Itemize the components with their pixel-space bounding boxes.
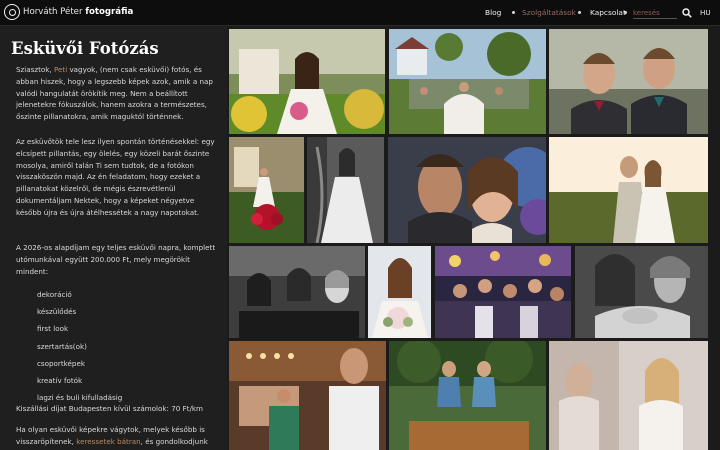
intro-paragraph: Sziasztok, Peti vagyok, (nem csak esküvő… [16, 64, 221, 123]
gallery-photo-bride-in-gown-bw[interactable] [307, 137, 384, 243]
contact-link[interactable]: keressetek bátran [76, 437, 140, 446]
search-input[interactable] [633, 7, 677, 19]
list-item: szertartás(ok) [37, 341, 87, 351]
gallery-photo-bride-with-bouquet[interactable] [229, 29, 385, 134]
nav-contact[interactable]: Kapcsolat [590, 8, 626, 17]
gallery-photo-wedding-guests-outdoors[interactable] [389, 29, 546, 134]
gallery-photo-bride-smiling-bouquet[interactable] [368, 246, 431, 338]
nav-separator-dot [578, 11, 581, 14]
list-item: dekoráció [37, 290, 72, 299]
brand-photographer-name: Horváth Péter [23, 7, 83, 17]
nav-separator-dot [624, 11, 627, 14]
price-paragraph: A 2026-os alapdíjam egy teljes esküvői n… [16, 243, 216, 276]
gallery-photo-bride-holding-hands-bw[interactable] [575, 246, 708, 338]
content-panel: Esküvői Fotózás Sziasztok, Peti vagyok, … [0, 27, 227, 450]
closing-suffix: , és gondolkodjunk [140, 436, 208, 446]
list-item: készülődés [37, 307, 77, 317]
gallery-photo-party-crowd[interactable] [435, 246, 571, 338]
travel-fee-text: Kiszállási díjat Budapesten kívül számol… [16, 404, 203, 413]
list-item: kreatív fotók [37, 375, 83, 385]
gallery-photo-laughing-women-bw[interactable] [229, 246, 365, 338]
spontaneous-paragraph: Az esküvőtök tele lesz ilyen spontán tör… [16, 137, 215, 217]
search-icon[interactable] [682, 8, 692, 18]
brand-suffix: fotográfia [85, 7, 134, 17]
list-item: csoportképek [37, 358, 85, 368]
page-title: Esküvői Fotózás [11, 39, 159, 58]
gallery-photo-couple-sunset-embrace[interactable] [549, 137, 708, 243]
language-switch[interactable]: HU [700, 8, 711, 17]
gallery-photo-bride-smiling-veil[interactable] [549, 341, 708, 450]
list-item: first look [37, 324, 69, 334]
logo-icon[interactable] [4, 4, 20, 20]
gallery-photo-bride-at-house[interactable] [229, 137, 304, 243]
gallery-photo-kissing-couple-closeup[interactable] [388, 137, 546, 243]
brand-name[interactable]: Horváth Péter fotográfia [23, 7, 133, 17]
nav-separator-dot [512, 11, 515, 14]
top-navigation-bar: Horváth Péter fotográfia Blog Szolgáltat… [0, 0, 720, 26]
gallery-photo-groom-with-officiant[interactable] [229, 341, 386, 450]
gallery-photo-couple-on-bench-back[interactable] [389, 341, 546, 450]
about-link[interactable]: Peti [54, 65, 67, 74]
services-list: dekoráció készülődés first look szertart… [37, 289, 122, 409]
nav-services[interactable]: Szolgáltatások [522, 8, 576, 17]
closing-paragraph: Ha olyan esküvői képekre vágytok, melyek… [16, 424, 221, 448]
intro-prefix: Sziasztok, [16, 65, 54, 74]
nav-blog[interactable]: Blog [485, 8, 501, 17]
gallery-photo-groom-and-groomsman[interactable] [549, 29, 708, 134]
